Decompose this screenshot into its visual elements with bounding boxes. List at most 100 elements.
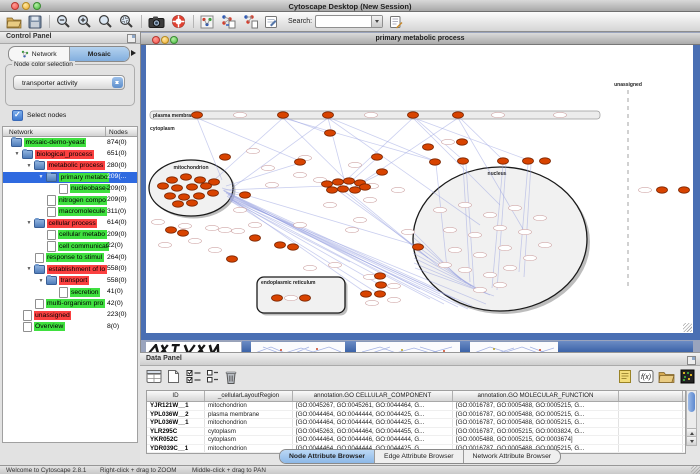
network-node-label[interactable] xyxy=(474,252,487,257)
network-node[interactable] xyxy=(457,139,468,145)
background-window[interactable] xyxy=(356,341,460,352)
network-node[interactable] xyxy=(458,158,469,164)
notes-icon[interactable] xyxy=(618,369,632,384)
matrix-icon[interactable] xyxy=(680,369,695,384)
table-cell[interactable]: plasma membrane xyxy=(205,411,293,419)
network-node-label[interactable] xyxy=(554,112,567,117)
network-node[interactable] xyxy=(172,185,183,191)
tree-row[interactable]: nitrogen compo209(0) xyxy=(3,195,137,207)
network-node-label[interactable] xyxy=(346,227,359,232)
tree-row[interactable]: ▼primary metabo209(... xyxy=(3,172,137,184)
network-node-label[interactable] xyxy=(234,207,247,212)
tree-row[interactable]: ▼establishment of lo558(0) xyxy=(3,264,137,276)
tree-row[interactable]: multi-organism pro42(0) xyxy=(3,298,137,310)
network-node[interactable] xyxy=(413,244,424,250)
save-icon[interactable] xyxy=(28,15,42,29)
network-node[interactable] xyxy=(181,174,192,180)
background-window[interactable] xyxy=(146,341,241,352)
network-node-label[interactable] xyxy=(499,245,512,250)
network-node[interactable] xyxy=(523,158,534,164)
network-node-label[interactable] xyxy=(439,262,452,267)
tree-row[interactable]: mosaic-demo-yeast874(0) xyxy=(3,137,137,149)
table-cell[interactable]: [GO:0045263, GO:0044464, GO:0044455, G..… xyxy=(293,428,453,436)
column-divider[interactable] xyxy=(105,127,106,136)
network-node-label[interactable] xyxy=(266,182,279,187)
network-node-label[interactable] xyxy=(354,217,367,222)
tree-row[interactable]: ▼cellular process614(0) xyxy=(3,218,137,230)
network-node[interactable] xyxy=(158,183,169,189)
network-node-label[interactable] xyxy=(159,242,172,247)
tree-column-nodes[interactable]: Nodes xyxy=(109,129,128,136)
network-node[interactable] xyxy=(376,282,387,288)
tab-scroll-right-icon[interactable] xyxy=(131,50,139,56)
network-node-label[interactable] xyxy=(294,222,307,227)
annotation-icon[interactable] xyxy=(264,15,278,29)
network-node[interactable] xyxy=(679,187,690,193)
table-cell[interactable]: mitochondrion xyxy=(205,419,293,427)
network-node-label[interactable] xyxy=(474,287,487,292)
network-node[interactable] xyxy=(173,201,184,207)
scroll-down-icon[interactable] xyxy=(687,436,696,445)
table-cell[interactable] xyxy=(619,436,683,444)
network-node[interactable] xyxy=(192,112,203,118)
network-node-label[interactable] xyxy=(349,162,362,167)
network-node-label[interactable] xyxy=(219,227,232,232)
column-header[interactable]: annotation.GO MOLECULAR_FUNCTION xyxy=(453,391,619,401)
network-node[interactable] xyxy=(375,273,386,279)
network-node[interactable] xyxy=(350,187,361,193)
network-node-label[interactable] xyxy=(329,262,342,267)
network-node-label[interactable] xyxy=(639,187,652,192)
zoom-selected-icon[interactable] xyxy=(98,14,113,29)
column-header[interactable]: _cellularLayoutRegion xyxy=(205,391,293,401)
network-node[interactable] xyxy=(295,159,306,165)
network-node-label[interactable] xyxy=(324,202,337,207)
network-node[interactable] xyxy=(327,187,338,193)
help-icon[interactable] xyxy=(171,14,186,29)
table-cell[interactable]: [GO:0044464, GO:0044444, GO:0044425, G..… xyxy=(293,411,453,419)
table-row[interactable]: YLR295Ccytoplasm[GO:0045263, GO:0044464,… xyxy=(147,428,685,437)
import-network-icon[interactable] xyxy=(220,14,236,29)
tree-row[interactable]: ▼metabolic process280(0) xyxy=(3,160,137,172)
network-node-label[interactable] xyxy=(494,282,507,287)
background-window[interactable] xyxy=(242,341,251,352)
network-node[interactable] xyxy=(540,158,551,164)
search-combobox[interactable] xyxy=(315,15,383,28)
network-node-label[interactable] xyxy=(304,265,317,270)
network-node-label[interactable] xyxy=(434,207,447,212)
tree-row[interactable]: cell communicat22(0) xyxy=(3,241,137,253)
network-node-label[interactable] xyxy=(539,242,552,247)
network-node-label[interactable] xyxy=(262,165,275,170)
select-nodes-checkbox[interactable] xyxy=(12,110,23,121)
network-node-label[interactable] xyxy=(232,228,245,233)
column-header[interactable]: ID xyxy=(147,391,205,401)
expand-arrow-icon[interactable]: ▼ xyxy=(12,151,22,157)
network-node-label[interactable] xyxy=(469,232,482,237)
table-cell[interactable]: YJR121W__1 xyxy=(147,402,205,410)
network-node-label[interactable] xyxy=(234,112,247,117)
network-canvas[interactable]: plasma membranecytoplasmmitochondrionnuc… xyxy=(146,45,693,333)
table-cell[interactable]: [GO:0044464, GO:0044444, GO:0044425, G..… xyxy=(293,419,453,427)
network-node-label[interactable] xyxy=(459,202,472,207)
network-node-label[interactable] xyxy=(444,227,457,232)
table-cell[interactable]: [GO:0016787, GO:0005215, GO:0003824, G..… xyxy=(453,428,619,436)
table-row[interactable]: YJR121W__1mitochondrion[GO:0045267, GO:0… xyxy=(147,402,685,411)
attribute-table-icon[interactable] xyxy=(146,369,162,384)
network-node[interactable] xyxy=(220,154,231,160)
network-node-label[interactable] xyxy=(534,215,547,220)
network-node[interactable] xyxy=(201,183,212,189)
tab-node-attribute-browser[interactable]: Node Attribute Browser xyxy=(280,450,375,463)
select-attributes-icon[interactable] xyxy=(186,369,202,384)
zoom-out-icon[interactable] xyxy=(56,14,71,29)
table-cell[interactable]: [GO:0016787, GO:0005488, GO:0005215, G..… xyxy=(453,402,619,410)
table-cell[interactable]: YPL036W__2 xyxy=(147,411,205,419)
table-cell[interactable] xyxy=(619,428,683,436)
network-node[interactable] xyxy=(323,112,334,118)
table-row[interactable]: YKR052Ccytoplasm[GO:0044464, GO:0044446,… xyxy=(147,436,685,445)
network-node-label[interactable] xyxy=(179,223,192,228)
network-node[interactable] xyxy=(377,169,388,175)
network-node[interactable] xyxy=(195,177,206,183)
network-node[interactable] xyxy=(344,178,355,184)
network-node-label[interactable] xyxy=(209,247,222,252)
table-cell[interactable] xyxy=(619,445,683,453)
expand-arrow-icon[interactable]: ▼ xyxy=(24,220,34,226)
